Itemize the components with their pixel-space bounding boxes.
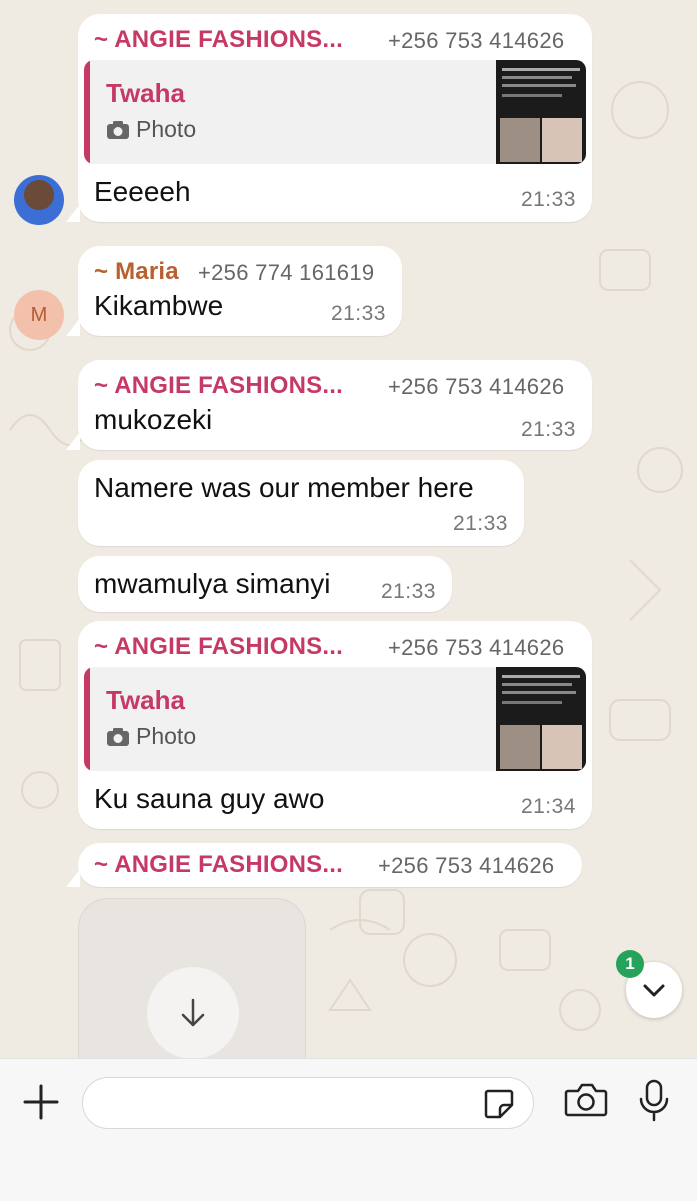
- message-bubble[interactable]: ~ ANGIE FASHIONS... +256 753 414626 Twah…: [66, 14, 592, 222]
- sender-phone: +256 753 414626: [388, 374, 565, 399]
- quote-type-label: Photo: [136, 723, 197, 749]
- message-bubble[interactable]: ~ ANGIE FASHIONS... +256 753 414626 muko…: [66, 360, 592, 450]
- sender-name[interactable]: ~ ANGIE FASHIONS...: [94, 633, 343, 661]
- unread-badge: 1: [616, 950, 644, 978]
- message-input[interactable]: [82, 1077, 534, 1129]
- avatar-photo[interactable]: [14, 175, 64, 225]
- quote-accent-bar: [84, 60, 90, 164]
- composer-bar: [0, 1058, 697, 1201]
- avatar-initial-letter: M: [30, 303, 48, 326]
- message-text: Namere was our member here: [94, 472, 474, 503]
- camera-icon[interactable]: [564, 1081, 608, 1119]
- sender-phone: +256 774 161619: [198, 260, 375, 285]
- quote-type-label: Photo: [136, 116, 197, 142]
- sticker-icon[interactable]: [483, 1088, 515, 1120]
- message-time: 21:33: [380, 580, 436, 603]
- quote-accent-bar: [84, 667, 90, 771]
- sender-phone: +256 753 414626: [378, 853, 555, 878]
- download-button[interactable]: [147, 967, 239, 1059]
- download-arrow-icon: [181, 998, 205, 1027]
- sender-phone: +256 753 414626: [388, 28, 565, 53]
- message-time: 21:33: [330, 302, 386, 325]
- camera-small-icon: [107, 120, 129, 139]
- message-bubble[interactable]: ~ ANGIE FASHIONS... +256 753 414626: [66, 843, 582, 887]
- message-text: mwamulya simanyi: [94, 568, 331, 599]
- message-time: 21:33: [520, 418, 576, 441]
- message-bubble[interactable]: Namere was our member here 21:33: [78, 460, 524, 546]
- quote-author: Twaha: [106, 685, 185, 715]
- message-text: Ku sauna guy awo: [94, 783, 325, 814]
- message-text: Kikambwe: [94, 290, 224, 321]
- chevron-down-icon: [643, 984, 665, 997]
- message-time: 21:33: [452, 512, 508, 535]
- quote-type: Photo: [106, 116, 196, 143]
- sender-name[interactable]: ~ Maria: [94, 258, 179, 286]
- media-preview[interactable]: [78, 898, 306, 1070]
- plus-icon[interactable]: [22, 1083, 60, 1121]
- message-bubble[interactable]: ~ Maria +256 774 161619 Kikambwe 21:33: [66, 246, 402, 336]
- message-bubble[interactable]: mwamulya simanyi 21:33: [78, 556, 452, 612]
- sender-name[interactable]: ~ ANGIE FASHIONS...: [94, 26, 343, 54]
- microphone-icon[interactable]: [638, 1079, 670, 1123]
- message-text: Eeeeeh: [94, 176, 191, 207]
- message-bubble[interactable]: ~ ANGIE FASHIONS... +256 753 414626 Twah…: [78, 621, 592, 829]
- sender-phone: +256 753 414626: [388, 635, 565, 660]
- quoted-message[interactable]: Twaha Photo: [84, 667, 586, 771]
- message-time: 21:34: [520, 795, 576, 818]
- quote-author: Twaha: [106, 78, 185, 108]
- quote-thumbnail: [496, 60, 586, 164]
- camera-small-icon: [107, 727, 129, 746]
- quote-type: Photo: [106, 723, 196, 750]
- avatar-initial[interactable]: M: [14, 290, 64, 340]
- message-time: 21:33: [520, 188, 576, 211]
- sender-name[interactable]: ~ ANGIE FASHIONS...: [94, 851, 343, 879]
- message-text: mukozeki: [94, 404, 213, 435]
- sender-name[interactable]: ~ ANGIE FASHIONS...: [94, 372, 343, 400]
- quoted-message[interactable]: Twaha Photo: [84, 60, 586, 164]
- quote-thumbnail: [496, 667, 586, 771]
